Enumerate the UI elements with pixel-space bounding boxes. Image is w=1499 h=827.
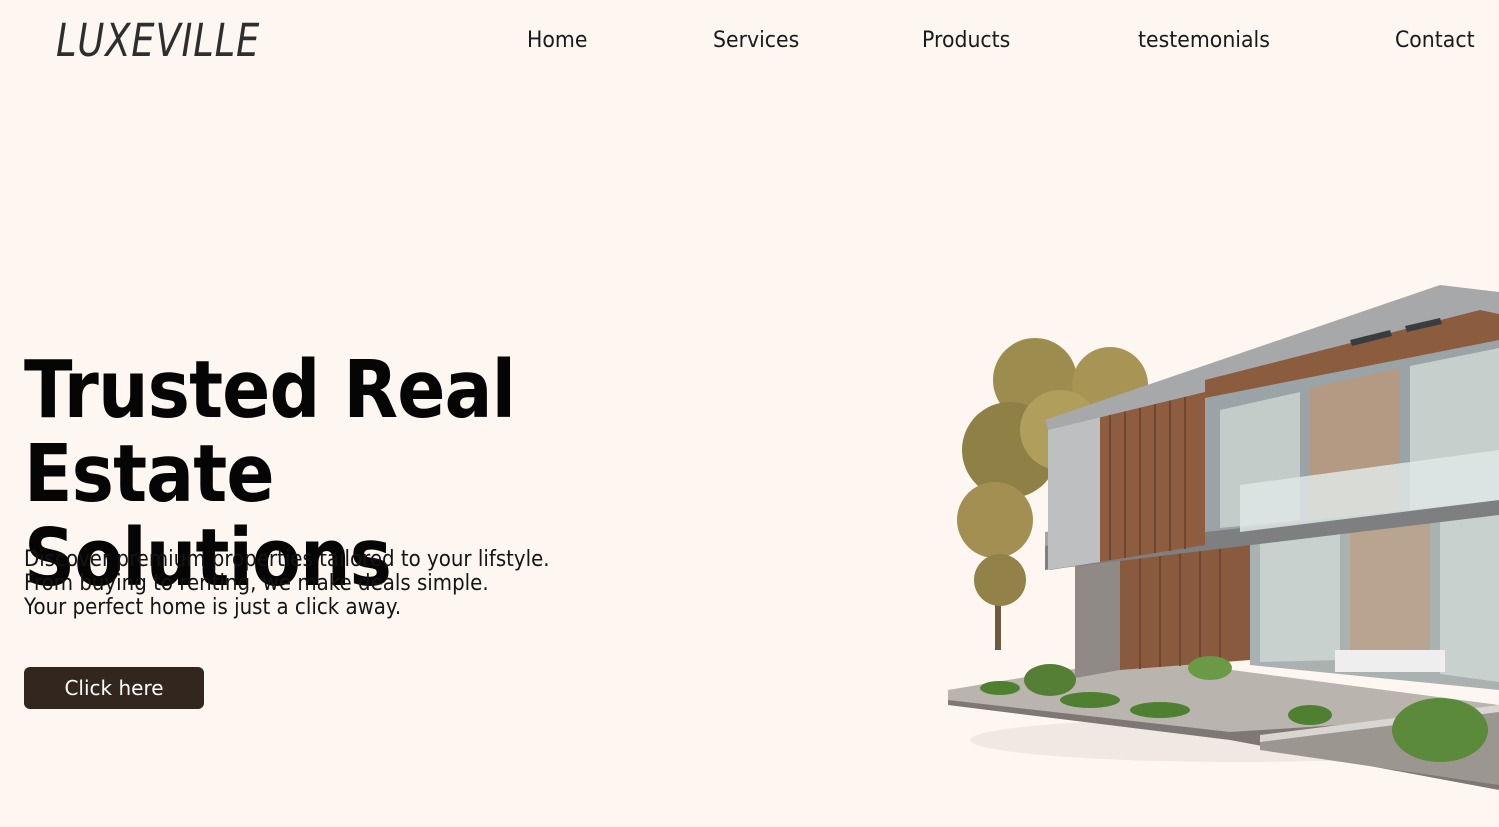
hero-subtitle-line-1: Discover premium properties tailored to … [24,547,550,572]
top-navbar: LUXEVILLE Home Services Products testemo… [0,0,1499,84]
modern-house-image [948,285,1499,790]
nav-link-services[interactable]: Services [713,28,799,53]
hero-subtitle: Discover premium properties tailored to … [24,548,550,620]
brand-logo[interactable]: LUXEVILLE [56,14,260,67]
nav-link-products[interactable]: Products [922,28,1010,53]
nav-link-home[interactable]: Home [527,28,587,53]
nav-link-testimonials[interactable]: testemonials [1138,28,1270,53]
nav-link-contact[interactable]: Contact [1395,28,1475,53]
hero-title-line-1: Trusted Real [24,344,516,436]
click-here-button[interactable]: Click here [24,667,204,709]
hero-subtitle-line-3: Your perfect home is just a click away. [24,595,402,620]
hero-subtitle-line-2: From buying to renting, we make deals si… [24,571,489,596]
